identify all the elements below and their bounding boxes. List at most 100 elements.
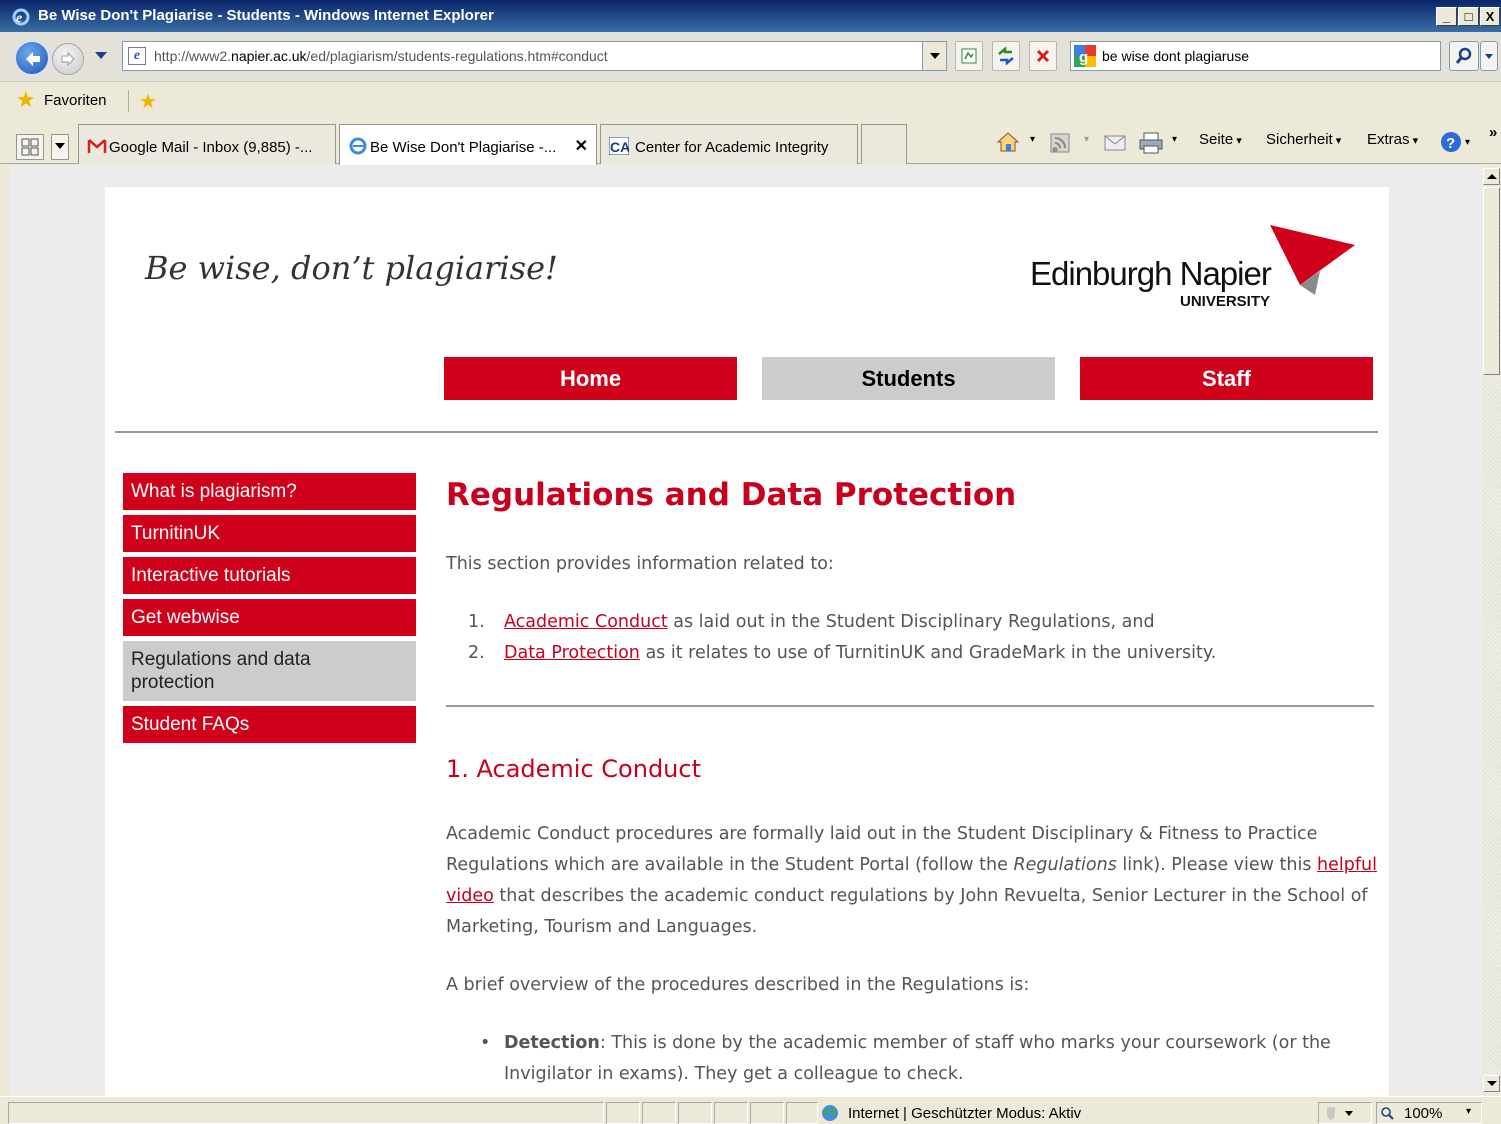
status-text-cell bbox=[8, 1102, 604, 1124]
zoom-dropdown[interactable]: ▾ bbox=[1466, 1106, 1471, 1117]
topics-list: 1. Academic Conduct as laid out in the St… bbox=[468, 607, 1386, 669]
scroll-thumb[interactable] bbox=[1483, 187, 1500, 375]
university-logo[interactable]: Edinburgh Napier UNIVERSITY bbox=[1030, 225, 1360, 315]
refresh-button[interactable] bbox=[992, 41, 1020, 71]
list-text: as it relates to use of TurnitinUK and G… bbox=[639, 643, 1217, 663]
tab-be-wise[interactable]: Be Wise Don't Plagiarise -... ✕ bbox=[339, 124, 597, 165]
svg-text:e: e bbox=[16, 11, 22, 26]
zoom-icon bbox=[1381, 1107, 1394, 1120]
list-item: 1. Academic Conduct as laid out in the St… bbox=[468, 607, 1386, 638]
quick-tabs-button[interactable] bbox=[16, 134, 44, 160]
logo-name: Edinburgh Napier bbox=[1030, 255, 1272, 292]
logo-triangle-icon bbox=[1270, 225, 1355, 295]
favorites-button[interactable]: Favoriten bbox=[44, 92, 107, 109]
vertical-scrollbar[interactable] bbox=[1482, 165, 1501, 1096]
logo-subtitle: UNIVERSITY bbox=[1180, 293, 1271, 310]
list-item: Detection: This is done by the academic … bbox=[480, 1028, 1386, 1090]
feeds-icon[interactable] bbox=[1050, 133, 1070, 153]
forward-button[interactable] bbox=[52, 43, 84, 75]
search-input[interactable]: g be wise dont plagiaruse bbox=[1070, 41, 1441, 71]
data-protection-link[interactable]: Data Protection bbox=[504, 643, 640, 663]
ie-icon: e bbox=[12, 8, 30, 26]
page-menu[interactable]: Seite bbox=[1199, 131, 1242, 148]
print-icon[interactable] bbox=[1138, 132, 1164, 154]
sidebar-nav: What is plagiarism? TurnitinUK Interacti… bbox=[123, 473, 416, 748]
status-cell bbox=[606, 1102, 640, 1124]
print-dropdown[interactable]: ▾ bbox=[1172, 134, 1177, 145]
help-dropdown[interactable]: ▾ bbox=[1465, 137, 1470, 148]
cai-icon: CAI bbox=[609, 137, 629, 155]
list-number: 2. bbox=[468, 643, 485, 663]
list-item: 2. Data Protection as it relates to use o… bbox=[468, 638, 1386, 669]
security-zone-text[interactable]: Internet | Geschützter Modus: Aktiv bbox=[848, 1105, 1081, 1122]
compatibility-icon bbox=[961, 48, 977, 64]
url-text[interactable]: http://www2.napier.ac.uk/ed/plagiarism/s… bbox=[154, 48, 608, 64]
sidebar-item-get-webwise[interactable]: Get webwise bbox=[123, 599, 416, 636]
tab-cai[interactable]: CAI Center for Academic Integrity bbox=[600, 124, 858, 164]
search-options-dropdown[interactable] bbox=[1480, 41, 1498, 71]
forward-arrow-icon bbox=[61, 51, 75, 67]
magnifier-icon bbox=[1455, 47, 1472, 64]
sidebar-item-interactive-tutorials[interactable]: Interactive tutorials bbox=[123, 557, 416, 594]
search-button[interactable] bbox=[1449, 41, 1479, 71]
status-cell bbox=[786, 1102, 818, 1124]
refresh-icon bbox=[998, 46, 1014, 66]
sidebar-item-turnitinuk[interactable]: TurnitinUK bbox=[123, 515, 416, 552]
address-dropdown-button[interactable] bbox=[922, 42, 946, 70]
main-content: Regulations and Data Protection This sec… bbox=[446, 477, 1386, 1090]
list-number: 1. bbox=[468, 612, 485, 632]
safety-menu[interactable]: Sicherheit bbox=[1266, 131, 1341, 148]
address-input[interactable]: e http://www2.napier.ac.uk/ed/plagiarism… bbox=[122, 41, 947, 71]
nav-home[interactable]: Home bbox=[444, 357, 737, 400]
overview-text: A brief overview of the procedures descr… bbox=[446, 975, 1030, 995]
home-dropdown[interactable]: ▾ bbox=[1030, 134, 1035, 145]
sidebar-item-what-is-plagiarism[interactable]: What is plagiarism? bbox=[123, 473, 416, 510]
scroll-down-button[interactable] bbox=[1483, 1075, 1500, 1092]
sidebar-item-regulations[interactable]: Regulations and data protection bbox=[123, 641, 416, 701]
shield-icon bbox=[1327, 1107, 1353, 1120]
svg-text:?: ? bbox=[1446, 135, 1455, 152]
back-button[interactable] bbox=[14, 40, 50, 76]
home-icon[interactable] bbox=[996, 131, 1020, 153]
list-text: as laid out in the Student Disciplinary … bbox=[667, 612, 1155, 632]
stop-button[interactable] bbox=[1029, 41, 1057, 71]
stop-icon bbox=[1036, 49, 1050, 63]
compatibility-view-button[interactable] bbox=[955, 41, 983, 71]
nav-staff[interactable]: Staff bbox=[1080, 357, 1373, 400]
mail-icon[interactable] bbox=[1104, 134, 1126, 152]
feeds-dropdown[interactable]: ▾ bbox=[1084, 134, 1089, 145]
page-container: Be wise, don’t plagiarise! Edinburgh Nap… bbox=[105, 187, 1389, 1096]
globe-icon bbox=[822, 1105, 838, 1121]
maximize-button[interactable]: □ bbox=[1458, 7, 1479, 26]
tab-gmail[interactable]: Google Mail - Inbox (9,885) -... bbox=[78, 124, 336, 164]
chevron-down-icon bbox=[55, 143, 65, 149]
minimize-button[interactable]: _ bbox=[1436, 7, 1457, 26]
zoom-level[interactable]: 100% bbox=[1404, 1105, 1442, 1122]
help-icon[interactable]: ? bbox=[1440, 131, 1462, 153]
tab-list-button[interactable] bbox=[51, 134, 69, 160]
address-toolbar: e http://www2.napier.ac.uk/ed/plagiarism… bbox=[0, 32, 1501, 82]
close-tab-icon[interactable]: ✕ bbox=[575, 136, 588, 156]
recent-pages-dropdown[interactable] bbox=[95, 52, 107, 59]
title-bar: e Be Wise Don't Plagiarise - Students - … bbox=[0, 0, 1501, 32]
status-cell bbox=[750, 1102, 784, 1124]
divider bbox=[115, 431, 1378, 433]
add-favorite-icon[interactable]: ★ bbox=[139, 90, 157, 112]
quick-tabs-icon bbox=[21, 138, 39, 156]
new-tab-button[interactable] bbox=[861, 124, 907, 164]
close-button[interactable]: X bbox=[1480, 7, 1500, 26]
nav-students[interactable]: Students bbox=[762, 357, 1055, 400]
favorites-star-icon[interactable]: ★ bbox=[16, 90, 36, 112]
more-commands-button[interactable]: » bbox=[1489, 124, 1497, 141]
status-cell bbox=[678, 1102, 712, 1124]
protected-mode-cell[interactable] bbox=[1318, 1102, 1372, 1124]
academic-conduct-link[interactable]: Academic Conduct bbox=[504, 612, 668, 632]
search-query[interactable]: be wise dont plagiaruse bbox=[1102, 48, 1249, 64]
tools-menu[interactable]: Extras bbox=[1367, 131, 1418, 148]
status-cell bbox=[714, 1102, 748, 1124]
back-arrow-icon bbox=[26, 52, 40, 66]
intro-text: This section provides information relate… bbox=[446, 554, 834, 574]
sidebar-item-student-faqs[interactable]: Student FAQs bbox=[123, 706, 416, 743]
google-icon: g bbox=[1074, 45, 1096, 67]
scroll-up-button[interactable] bbox=[1483, 168, 1500, 185]
